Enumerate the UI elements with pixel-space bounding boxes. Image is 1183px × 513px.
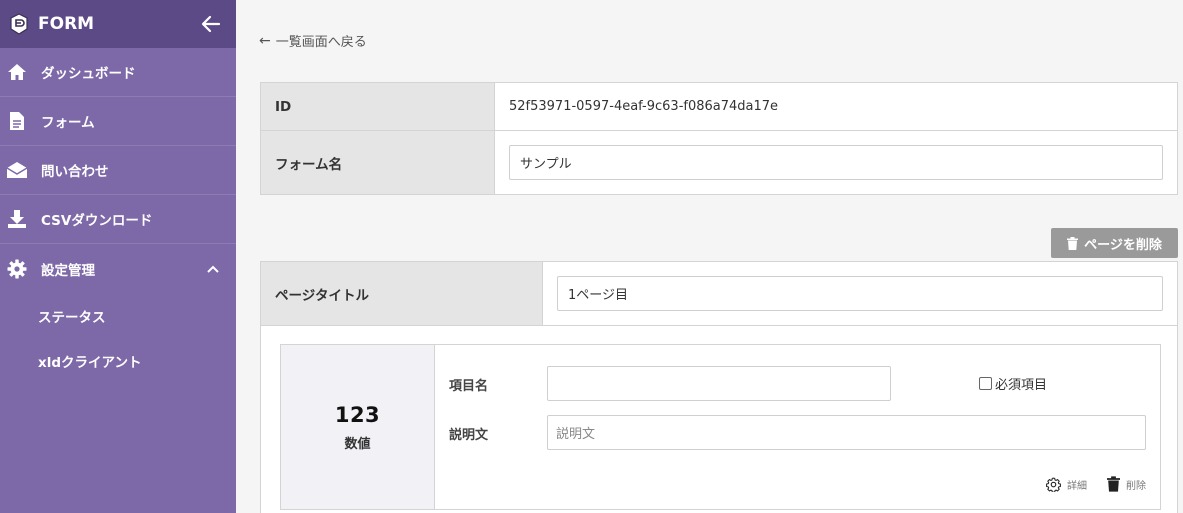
form-name-input[interactable]: サンプル: [509, 145, 1163, 180]
sidebar-item-inquiries[interactable]: 問い合わせ: [0, 146, 236, 195]
page-section: ページタイトル 1ページ目 123 数値 項目名 必須項目 説明文 説明文 詳細…: [260, 261, 1178, 513]
sidebar-subitem-status[interactable]: ステータス: [0, 293, 236, 338]
id-row: ID 52f53971-0597-4eaf-9c63-f086a74da17e: [261, 83, 1177, 131]
field-type-panel: 123 数値: [281, 345, 435, 509]
description-label: 説明文: [449, 428, 489, 443]
collapse-sidebar-icon[interactable]: [200, 13, 222, 35]
description-input[interactable]: 説明文: [547, 415, 1146, 450]
arrow-left-icon: ←: [259, 32, 271, 49]
trash-icon: [1067, 236, 1079, 250]
logo-icon: [6, 11, 32, 37]
download-icon: [6, 208, 28, 230]
field-card: 123 数値 項目名 必須項目 説明文 説明文 詳細 削除: [280, 344, 1161, 510]
gear-icon: [6, 258, 28, 280]
back-link-label: 一覧画面へ戻る: [275, 35, 367, 50]
document-icon: [6, 110, 28, 132]
sidebar-item-dashboard[interactable]: ダッシュボード: [0, 48, 236, 97]
form-name-label: フォーム名: [261, 131, 495, 194]
page-title-input[interactable]: 1ページ目: [557, 276, 1163, 311]
sidebar-subitem-client[interactable]: xldクライアント: [0, 338, 236, 383]
back-to-list-link[interactable]: ← 一覧画面へ戻る: [259, 31, 367, 51]
item-name-label: 項目名: [449, 379, 489, 394]
form-name-row: フォーム名 サンプル: [261, 131, 1177, 194]
number-type-icon: 123: [334, 402, 381, 427]
sidebar-item-label: CSVダウンロード: [41, 213, 153, 229]
sidebar-item-label: フォーム: [41, 115, 95, 131]
delete-page-label: ページを削除: [1084, 237, 1162, 253]
sidebar: FORM ダッシュボード フォーム 問い合わせ CSVダウンロード 設定管理 ス…: [0, 0, 236, 513]
delete-field-button[interactable]: 削除: [1107, 476, 1146, 492]
page-title-cell: 1ページ目: [543, 262, 1177, 325]
form-info-table: ID 52f53971-0597-4eaf-9c63-f086a74da17e …: [260, 82, 1178, 195]
trash-icon: [1107, 476, 1120, 492]
app-title: FORM: [38, 14, 95, 34]
sidebar-header: FORM: [0, 0, 236, 48]
delete-field-label: 削除: [1126, 480, 1146, 492]
chevron-up-icon: [206, 262, 220, 276]
sidebar-item-settings[interactable]: 設定管理: [0, 244, 236, 293]
sidebar-item-label: 設定管理: [41, 262, 95, 279]
field-actions: 詳細 削除: [1026, 476, 1146, 492]
sidebar-item-label: 問い合わせ: [41, 164, 109, 180]
item-name-input[interactable]: [547, 366, 891, 401]
field-settings: 項目名 必須項目 説明文 説明文 詳細 削除: [435, 345, 1160, 509]
detail-button[interactable]: 詳細: [1046, 477, 1087, 492]
required-label: 必須項目: [995, 378, 1048, 393]
id-label: ID: [261, 83, 495, 130]
sidebar-item-csv-download[interactable]: CSVダウンロード: [0, 195, 236, 244]
envelope-icon: [6, 159, 28, 181]
page-title-label: ページタイトル: [261, 262, 543, 325]
gear-outline-icon: [1046, 477, 1061, 492]
sidebar-item-label: ダッシュボード: [41, 66, 136, 82]
delete-page-button[interactable]: ページを削除: [1051, 228, 1178, 258]
form-name-cell: サンプル: [495, 131, 1177, 194]
sidebar-item-form[interactable]: フォーム: [0, 97, 236, 146]
home-icon: [6, 61, 28, 83]
field-type-name: 数値: [344, 436, 371, 452]
id-value: 52f53971-0597-4eaf-9c63-f086a74da17e: [509, 99, 779, 114]
detail-label: 詳細: [1067, 480, 1087, 492]
required-checkbox[interactable]: 必須項目: [979, 374, 1047, 393]
checkbox-icon: [979, 377, 992, 390]
page-title-row: ページタイトル 1ページ目: [261, 262, 1177, 326]
